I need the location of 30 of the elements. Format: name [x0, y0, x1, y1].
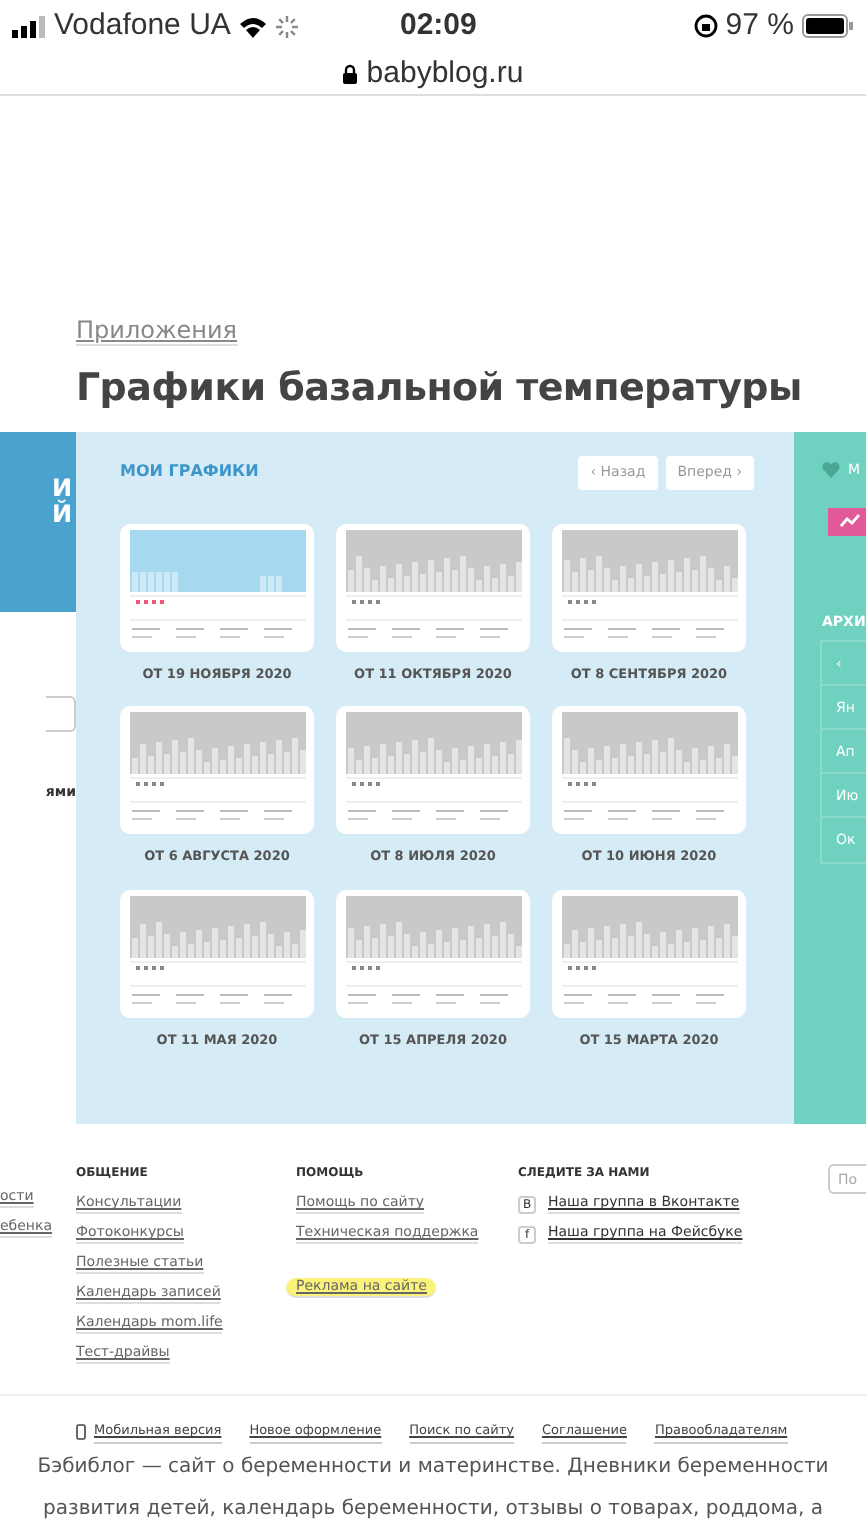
wifi-icon [238, 15, 269, 37]
site-description: развития детей, календарь беременности, отзывы о товарах, роддома, а [43, 1495, 823, 1524]
breadcrumb-link[interactable]: Приложения [76, 316, 238, 346]
chart-thumbnail[interactable] [336, 706, 530, 835]
chart-thumbnail[interactable] [120, 890, 314, 1018]
site-description: Бэбиблог — сайт о беременности и материнстве. Дневники беременности [37, 1453, 829, 1482]
line-chart-icon [840, 514, 860, 528]
chart-thumbnail[interactable] [552, 523, 746, 651]
banner-text: И [51, 476, 72, 502]
chart-thumbnail[interactable] [552, 890, 746, 1018]
url-text: babyblog.ru [366, 54, 524, 94]
battery-percent: 97 % [725, 5, 794, 46]
phone-icon [76, 1424, 86, 1441]
clock-time: 02:09 [400, 5, 477, 46]
chart-thumbnail[interactable] [120, 523, 314, 651]
rotation-lock-icon [693, 14, 718, 38]
carrier-name: Vodafone UA [54, 5, 231, 46]
chart-thumbnail[interactable] [120, 706, 314, 835]
lock-icon [342, 64, 359, 85]
heart-icon [822, 462, 840, 479]
search-field[interactable] [46, 696, 76, 732]
chart-button[interactable] [828, 507, 866, 535]
chart-thumbnail[interactable] [336, 523, 530, 651]
panel-heading: МОИ ГРАФИКИ [120, 460, 259, 485]
signal-icon [12, 15, 46, 37]
chart-thumbnail[interactable] [552, 706, 746, 835]
battery-icon [802, 14, 854, 38]
banner-text: Й [51, 502, 72, 528]
chart-thumbnail[interactable] [336, 890, 530, 1018]
loading-icon [276, 15, 299, 37]
